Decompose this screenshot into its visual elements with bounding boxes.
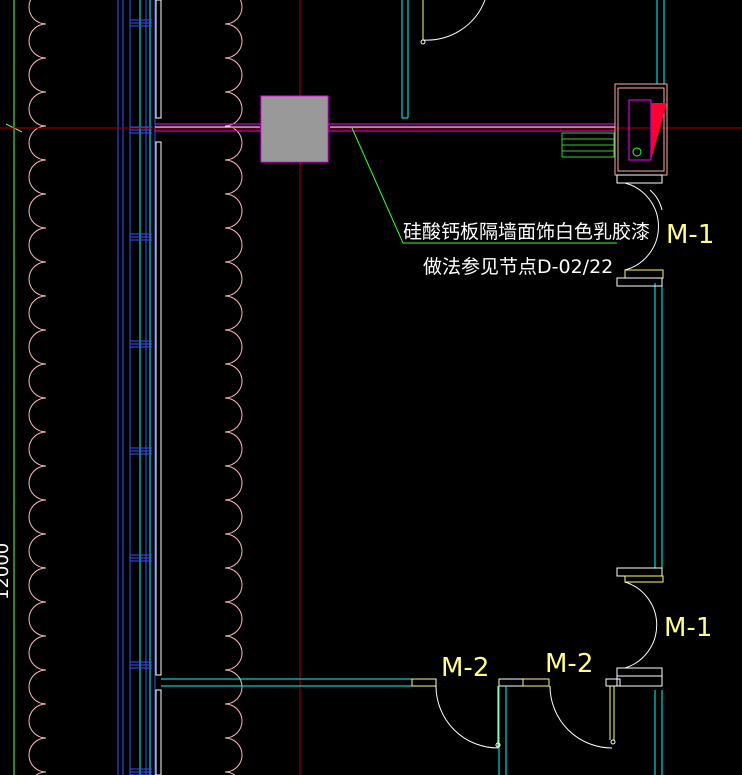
door-swing-m1-lower: [624, 581, 658, 669]
door-tag-m2-right: M-2: [545, 649, 593, 679]
scalloped-boundary-left: [28, 0, 47, 775]
dimension-text: 12000: [0, 543, 13, 600]
structural-column[interactable]: [260, 95, 329, 163]
right-wall: [616, 174, 664, 775]
upper-room-walls: [401, 0, 665, 119]
red-marker: [651, 103, 667, 160]
hatch-block: [561, 132, 615, 158]
bottom-wall: [161, 678, 621, 775]
annotation-line-2: 做法参见节点D-02/22: [423, 256, 613, 278]
curtain-wall-lines: [117, 0, 156, 775]
cad-drawing-canvas[interactable]: 12000 硅酸钙板隔墙面饰白色乳胶漆 做法参见节点D-02/22 M-1 M-…: [0, 0, 742, 775]
door-tag-m1-lower: M-1: [664, 613, 712, 643]
door-tag-m2-left: M-2: [441, 653, 489, 683]
annotation-line-1: 硅酸钙板隔墙面饰白色乳胶漆: [403, 221, 650, 243]
door-tag-m1-upper: M-1: [666, 220, 714, 250]
equipment-box[interactable]: [614, 83, 668, 176]
door-swing-m2-left: [435, 685, 501, 749]
partition-wall: [155, 123, 615, 132]
mullion-ticks: [130, 19, 152, 775]
column-segments: [155, 0, 162, 775]
scalloped-boundary-right: [224, 0, 243, 775]
door-swing-m2-right: [549, 685, 616, 749]
